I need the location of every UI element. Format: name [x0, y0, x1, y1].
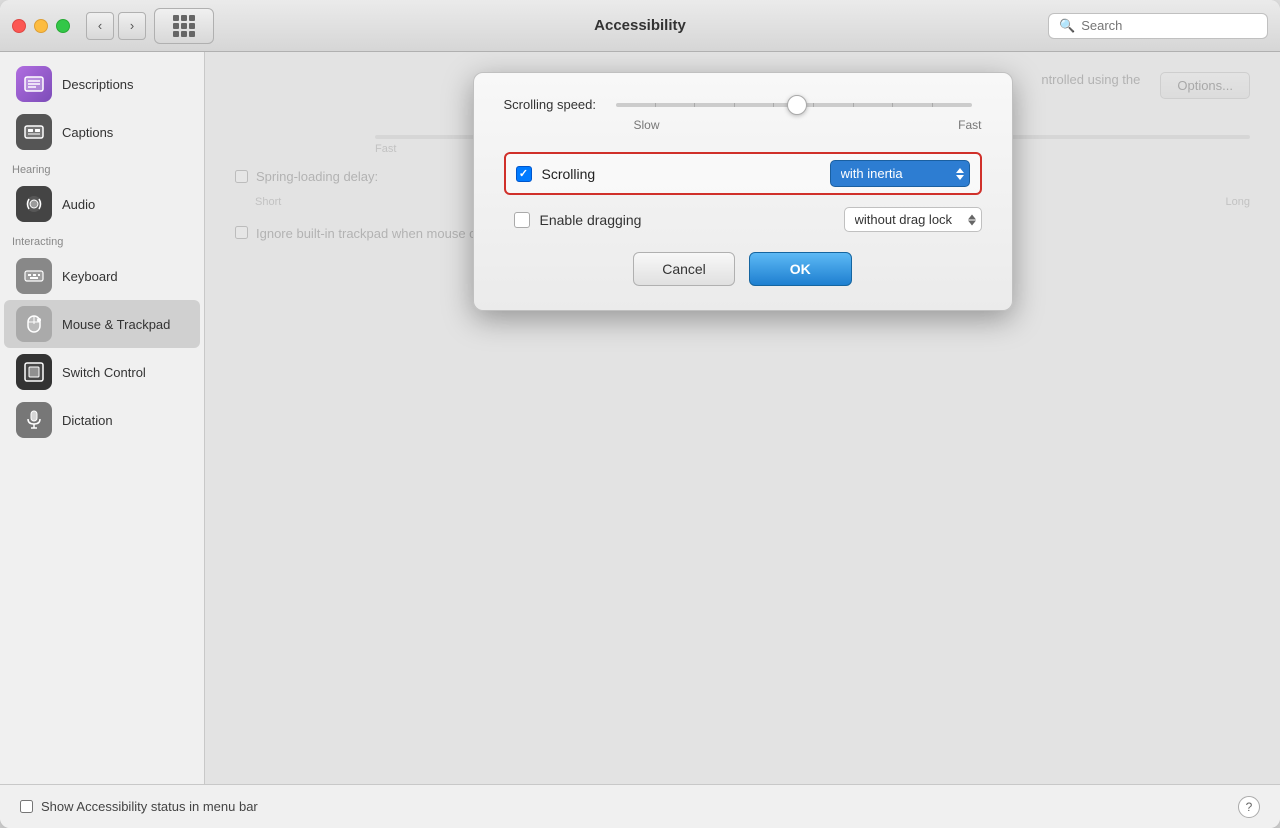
main-panel: ntrolled using the Options... Fast	[205, 52, 1280, 784]
modal-dialog: Scrolling speed:	[473, 72, 1013, 311]
content-area: Descriptions Captions Hearing	[0, 52, 1280, 784]
traffic-lights	[12, 19, 70, 33]
titlebar: ‹ › Accessibility 🔍	[0, 0, 1280, 52]
minimize-button[interactable]	[34, 19, 48, 33]
grid-button[interactable]	[154, 8, 214, 44]
sidebar: Descriptions Captions Hearing	[0, 52, 205, 784]
close-button[interactable]	[12, 19, 26, 33]
help-button[interactable]: ?	[1238, 796, 1260, 818]
sidebar-item-audio[interactable]: Audio	[4, 180, 200, 228]
sidebar-item-label: Keyboard	[62, 269, 118, 284]
sidebar-item-label: Mouse & Trackpad	[62, 317, 170, 332]
forward-button[interactable]: ›	[118, 12, 146, 40]
captions-icon	[16, 114, 52, 150]
modal-overlay: Scrolling speed:	[205, 52, 1280, 784]
sidebar-item-descriptions[interactable]: Descriptions	[4, 60, 200, 108]
show-accessibility-label: Show Accessibility status in menu bar	[41, 799, 258, 814]
fast-label: Fast	[958, 118, 981, 132]
sidebar-item-label: Dictation	[62, 413, 113, 428]
ok-button[interactable]: OK	[749, 252, 852, 286]
scrolling-speed-section: Scrolling speed:	[504, 97, 982, 132]
cancel-button[interactable]: Cancel	[633, 252, 735, 286]
search-bar[interactable]: 🔍	[1048, 13, 1268, 39]
bottom-bar: Show Accessibility status in menu bar ?	[0, 784, 1280, 828]
sidebar-item-keyboard[interactable]: Keyboard	[4, 252, 200, 300]
sidebar-section-interacting: Interacting	[0, 228, 204, 252]
sidebar-section-hearing: Hearing	[0, 156, 204, 180]
nav-buttons: ‹ ›	[86, 12, 146, 40]
back-button[interactable]: ‹	[86, 12, 114, 40]
dictation-icon	[16, 402, 52, 438]
drag-select-wrapper: without drag lock with drag lock	[844, 207, 982, 232]
search-input[interactable]	[1081, 18, 1257, 33]
sidebar-item-label: Descriptions	[62, 77, 134, 92]
switch-control-icon	[16, 354, 52, 390]
mouse-icon	[16, 306, 52, 342]
show-status-row: Show Accessibility status in menu bar	[20, 799, 258, 814]
enable-dragging-label: Enable dragging	[540, 212, 642, 228]
show-accessibility-checkbox[interactable]	[20, 800, 33, 813]
sidebar-item-label: Audio	[62, 197, 95, 212]
sidebar-item-label: Switch Control	[62, 365, 146, 380]
modal-buttons: Cancel OK	[504, 252, 982, 286]
slow-label: Slow	[634, 118, 660, 132]
scrolling-select-wrapper: with inertia without inertia	[830, 160, 970, 187]
window-title: Accessibility	[594, 17, 686, 34]
search-icon: 🔍	[1059, 18, 1075, 34]
drag-checkbox[interactable]	[514, 212, 530, 228]
scrolling-speed-label: Scrolling speed:	[504, 97, 597, 112]
descriptions-icon	[16, 66, 52, 102]
maximize-button[interactable]	[56, 19, 70, 33]
audio-icon	[16, 186, 52, 222]
keyboard-icon	[16, 258, 52, 294]
scrolling-checkbox[interactable]	[516, 166, 532, 182]
drag-row: Enable dragging without drag lock with d…	[504, 207, 982, 232]
scrolling-row: Scrolling with inertia without inertia	[504, 152, 982, 195]
grid-icon	[173, 15, 195, 37]
speed-slider-thumb[interactable]	[787, 95, 807, 115]
sidebar-item-switch[interactable]: Switch Control	[4, 348, 200, 396]
sidebar-item-mouse[interactable]: Mouse & Trackpad	[4, 300, 200, 348]
scrolling-label: Scrolling	[542, 166, 596, 182]
drag-select[interactable]: without drag lock with drag lock	[844, 207, 982, 232]
scrolling-select[interactable]: with inertia without inertia	[830, 160, 970, 187]
sidebar-item-captions[interactable]: Captions	[4, 108, 200, 156]
sidebar-item-label: Captions	[62, 125, 113, 140]
sidebar-item-dictation[interactable]: Dictation	[4, 396, 200, 444]
